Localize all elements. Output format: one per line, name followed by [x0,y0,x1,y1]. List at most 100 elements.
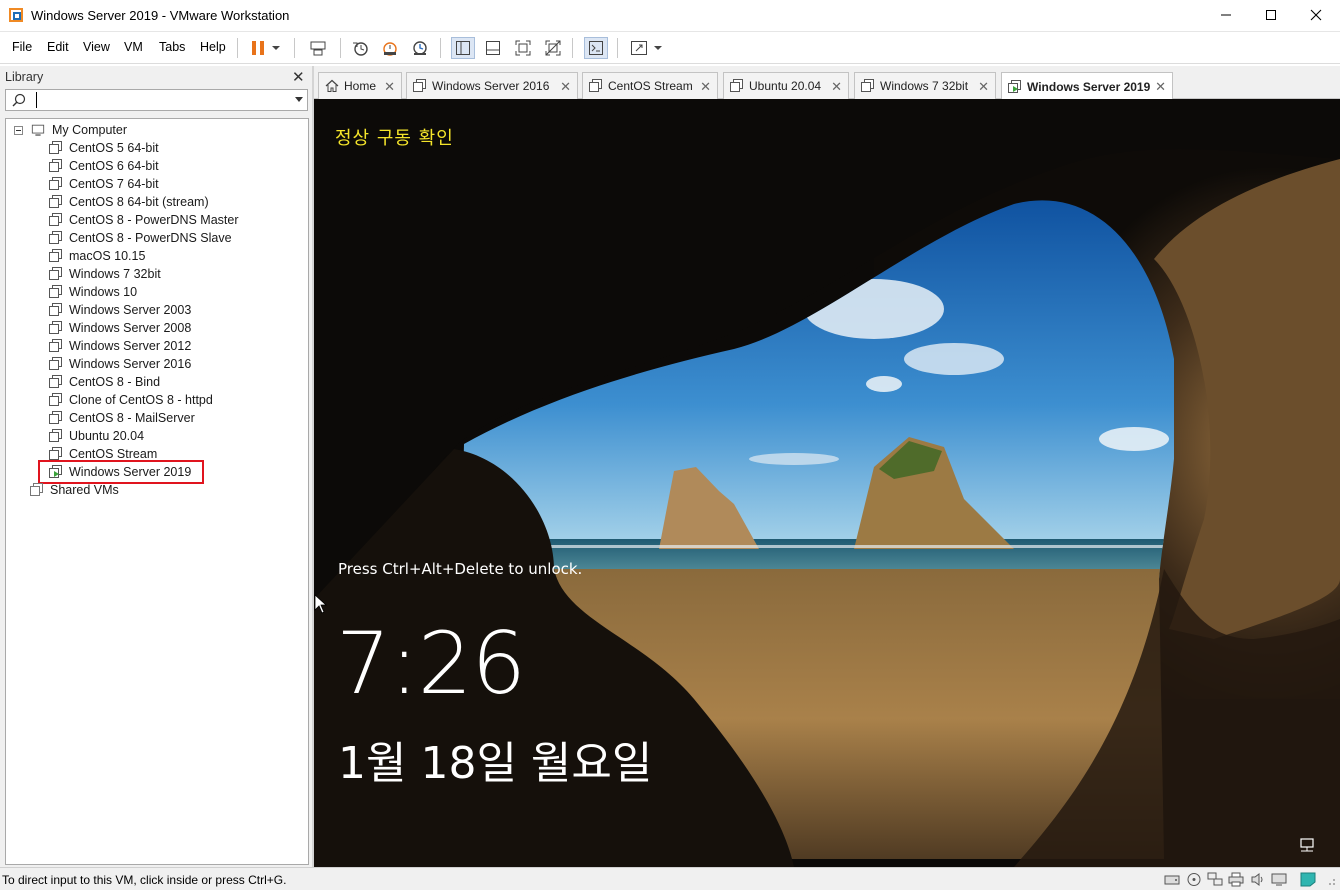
vm-icon [49,195,62,208]
tree-node-label: Windows Server 2016 [69,357,192,371]
vm-icon [49,447,62,460]
vm-icon [49,429,62,442]
take-snapshot-button[interactable] [348,37,372,59]
tab-label: Home [344,79,377,93]
tab-close-icon[interactable]: ✕ [978,79,989,95]
show-library-button[interactable] [451,37,475,59]
full-screen-button[interactable] [511,37,535,59]
tab-close-icon[interactable]: ✕ [700,79,711,95]
tree-node-label: Windows Server 2003 [69,303,192,317]
tab-windows-server-2019[interactable]: Windows Server 2019 ✕ [1001,72,1173,100]
lock-screen-time: 7:26 [336,614,526,714]
annotation-note: 정상 구동 확인 [335,128,454,149]
tab-ubuntu-20-04[interactable]: Ubuntu 20.04 ✕ [723,72,849,99]
printer-icon[interactable] [1228,872,1244,887]
vm-icon [49,321,62,334]
unity-button[interactable] [541,37,565,59]
tree-node-vm[interactable]: Windows Server 2016 [49,355,191,373]
tree-node-label: CentOS 8 - PowerDNS Slave [69,231,232,245]
snapshot-manager-button[interactable] [408,37,432,59]
menu-edit[interactable]: Edit [47,40,69,54]
tree-node-vm[interactable]: CentOS 7 64-bit [49,175,159,193]
send-ctrl-alt-del-button[interactable] [306,37,330,59]
tab-centos-stream[interactable]: CentOS Stream ✕ [582,72,718,99]
computer-icon [31,124,45,136]
tree-node-vm[interactable]: Windows Server 2012 [49,337,191,355]
tab-label: CentOS Stream [608,79,693,93]
home-icon [325,79,339,92]
thumbnail-bar-button[interactable] [481,37,505,59]
tree-node-vm[interactable]: CentOS 8 - Bind [49,373,160,391]
tab-home[interactable]: Home ✕ [318,72,402,99]
tree-node-vm[interactable]: macOS 10.15 [49,247,145,265]
menu-bar: File Edit View VM Tabs Help [0,32,1340,64]
power-dropdown-button[interactable] [269,37,283,59]
snapshot-icon [353,42,368,56]
unlock-prompt: Press Ctrl+Alt+Delete to unlock. [338,560,583,578]
tab-label: Windows Server 2019 [1027,79,1151,94]
search-dropdown-arrow[interactable] [295,97,303,102]
tree-node-vm[interactable]: Windows 7 32bit [49,265,161,283]
cd-dvd-icon[interactable] [1186,872,1202,887]
stretch-guest-button[interactable] [627,37,651,59]
console-view-button[interactable] [584,37,608,59]
vm-icon [49,231,62,244]
tree-node-vm[interactable]: Clone of CentOS 8 - httpd [49,391,213,409]
minimize-button[interactable] [1203,0,1249,30]
revert-snapshot-icon [383,42,397,56]
tree-node-label: Windows 10 [69,285,138,299]
window-title: Windows Server 2019 - VMware Workstation [31,8,290,23]
minimize-icon [1221,14,1231,16]
tab-close-icon[interactable]: ✕ [560,79,571,95]
tree-node-my-computer[interactable]: My Computer [30,121,127,139]
tree-node-label: Windows Server 2012 [69,339,192,353]
tree-node-label: Ubuntu 20.04 [69,429,145,443]
vm-console[interactable]: 정상 구동 확인 Press Ctrl+Alt+Delete to unlock… [314,99,1340,867]
library-tree: My Computer CentOS 5 64-bit CentOS 6 64-b… [5,118,309,865]
hard-disk-icon[interactable] [1164,872,1180,887]
vm-icon [861,79,874,92]
menu-view[interactable]: View [83,40,110,54]
tree-node-vm[interactable]: CentOS 5 64-bit [49,139,159,157]
vm-icon [49,357,62,370]
tab-close-icon[interactable]: ✕ [831,79,842,95]
full-screen-icon [515,40,531,56]
pause-icon [252,41,264,55]
snapshot-manager-icon [413,41,427,55]
network-icon[interactable] [1297,837,1317,855]
pause-button[interactable] [246,37,270,59]
maximize-button[interactable] [1248,0,1294,30]
tree-node-vm[interactable]: CentOS 8 64-bit (stream) [49,193,209,211]
stretch-dropdown-button[interactable] [651,37,665,59]
tree-node-vm[interactable]: Ubuntu 20.04 [49,427,144,445]
status-message: To direct input to this VM, click inside… [2,873,287,887]
tree-node-shared-vms[interactable]: Shared VMs [30,481,119,499]
network-adapter-icon[interactable] [1207,872,1223,887]
tab-windows-server-2016[interactable]: Windows Server 2016 ✕ [406,72,578,99]
tab-strip: Home ✕ Windows Server 2016 ✕ CentOS Stre… [314,66,1340,100]
library-close-button[interactable]: ✕ [292,68,305,86]
tree-node-vm[interactable]: Windows 10 [49,283,137,301]
tree-node-vm[interactable]: Windows Server 2008 [49,319,191,337]
menu-vm[interactable]: VM [124,40,143,54]
tree-node-vm[interactable]: Windows Server 2003 [49,301,191,319]
menu-file[interactable]: File [12,40,32,54]
tree-node-vm[interactable]: CentOS 8 - PowerDNS Slave [49,229,232,247]
tab-windows-7-32bit[interactable]: Windows 7 32bit ✕ [854,72,996,99]
sound-card-icon[interactable] [1250,872,1266,887]
revert-snapshot-button[interactable] [378,37,402,59]
collapse-my-computer-toggle[interactable] [14,126,23,135]
tree-node-label: macOS 10.15 [69,249,146,263]
tree-node-vm[interactable]: CentOS 8 - PowerDNS Master [49,211,239,229]
tab-close-icon[interactable]: ✕ [384,79,395,95]
tab-close-icon[interactable]: ✕ [1155,79,1166,95]
display-icon[interactable] [1271,872,1287,887]
terminal-icon [589,41,603,55]
library-search-input[interactable] [36,92,286,108]
tree-node-vm[interactable]: CentOS 8 - MailServer [49,409,195,427]
close-window-button[interactable] [1293,0,1339,30]
menu-tabs[interactable]: Tabs [159,40,185,54]
message-log-icon[interactable] [1300,872,1316,887]
menu-help[interactable]: Help [200,40,226,54]
tree-node-vm[interactable]: CentOS 6 64-bit [49,157,159,175]
